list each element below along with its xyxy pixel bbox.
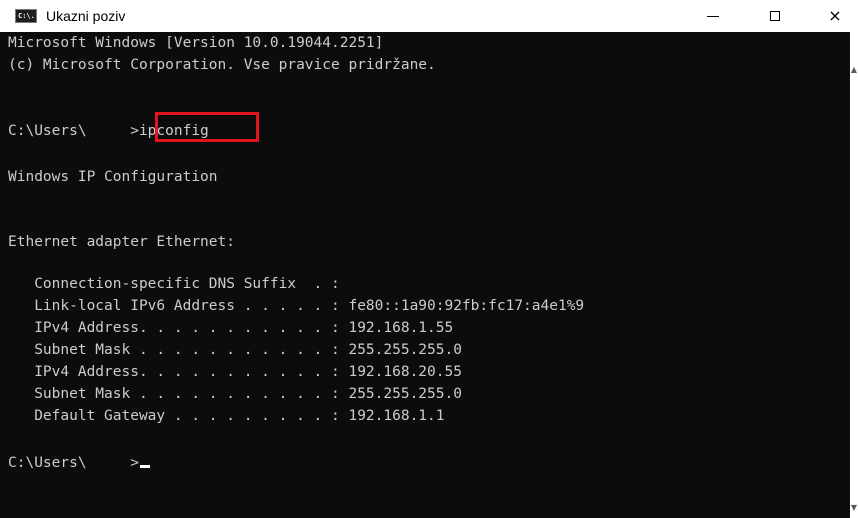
close-button[interactable]: × [812, 0, 858, 32]
cmd-icon: C:\. [15, 9, 37, 23]
console-line: Connection-specific DNS Suffix . : [8, 276, 340, 292]
scroll-down-icon[interactable]: ▼ [850, 504, 858, 512]
console-line: IPv4 Address. . . . . . . . . . . : 192.… [8, 364, 462, 380]
minimize-icon [707, 16, 719, 17]
console-line: Windows IP Configuration [8, 169, 218, 185]
maximize-icon [770, 11, 780, 21]
console-line: Link-local IPv6 Address . . . . . : fe80… [8, 298, 585, 314]
prompt-text: C:\Users\ > [8, 455, 139, 471]
scroll-up-icon[interactable]: ▲ [850, 66, 858, 74]
console-prompt-line[interactable]: C:\Users\ > [8, 452, 150, 474]
maximize-button[interactable] [752, 0, 798, 32]
title-bar[interactable]: C:\. Ukazni poziv × [0, 0, 858, 32]
console-line: Ethernet adapter Ethernet: [8, 234, 235, 250]
console-line: Microsoft Windows [Version 10.0.19044.22… [8, 35, 384, 51]
console-line: Subnet Mask . . . . . . . . . . . : 255.… [8, 386, 462, 402]
vertical-scrollbar[interactable]: ▲ ▼ [850, 32, 858, 518]
console-line: (c) Microsoft Corporation. Vse pravice p… [8, 57, 436, 73]
command-prompt-window: C:\. Ukazni poziv × Microsoft Windows [V… [0, 0, 858, 518]
console-line: Default Gateway . . . . . . . . . : 192.… [8, 408, 445, 424]
minimize-button[interactable] [690, 0, 736, 32]
window-title: Ukazni poziv [46, 8, 126, 24]
text-cursor [139, 465, 150, 468]
close-icon: × [828, 6, 842, 25]
command-highlight-box [155, 112, 259, 142]
console-output[interactable]: Microsoft Windows [Version 10.0.19044.22… [0, 32, 850, 518]
console-line: IPv4 Address. . . . . . . . . . . : 192.… [8, 320, 454, 336]
console-line: Subnet Mask . . . . . . . . . . . : 255.… [8, 342, 462, 358]
